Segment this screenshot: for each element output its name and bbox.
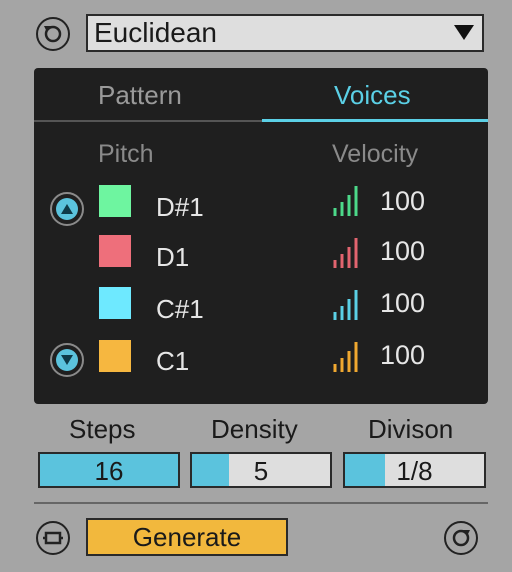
redo-button[interactable]: [444, 521, 478, 555]
voices-panel: Pattern Voices Pitch Velocity D#1 100 D1…: [34, 68, 488, 404]
density-label: Density: [211, 414, 298, 444]
steps-field[interactable]: 16: [38, 452, 180, 488]
generate-button[interactable]: Generate: [86, 518, 288, 556]
division-label: Divison: [368, 414, 454, 444]
velocity-value[interactable]: 100: [380, 340, 425, 371]
voice-color-swatch[interactable]: [99, 287, 131, 319]
redo-icon: [452, 529, 470, 547]
preset-dropdown[interactable]: Euclidean: [86, 14, 484, 52]
tab-underline: [34, 120, 262, 122]
density-value: 5: [253, 456, 269, 486]
density-field[interactable]: 5: [190, 452, 332, 488]
division-field[interactable]: 1/8: [343, 452, 486, 488]
velocity-column-header: Velocity: [332, 140, 419, 168]
triangle-down-icon: [61, 355, 73, 365]
tab-pattern[interactable]: Pattern: [98, 80, 182, 111]
steps-value: 16: [94, 456, 124, 486]
voice-note[interactable]: D#1: [156, 192, 204, 223]
velocity-bars-icon: [333, 186, 358, 216]
velocity-value[interactable]: 100: [380, 236, 425, 267]
dropdown-arrow-icon: [454, 25, 474, 40]
undo-icon: [44, 25, 62, 43]
tab-voices[interactable]: Voices: [334, 80, 411, 111]
division-value: 1/8: [396, 456, 433, 486]
steps-label: Steps: [69, 414, 136, 444]
pitch-column-header: Pitch: [98, 140, 154, 168]
voice-color-swatch[interactable]: [99, 185, 131, 217]
loop-icon: [43, 531, 63, 545]
velocity-bars-icon: [333, 238, 358, 268]
voice-note[interactable]: D1: [156, 242, 189, 273]
voice-down-button[interactable]: [50, 343, 84, 377]
divider: [34, 502, 488, 504]
velocity-bars-icon: [333, 342, 358, 372]
voice-color-swatch[interactable]: [99, 340, 131, 372]
triangle-up-icon: [61, 204, 73, 214]
voice-up-button[interactable]: [50, 192, 84, 226]
reset-button[interactable]: [36, 17, 70, 51]
preset-value: Euclidean: [94, 17, 217, 48]
velocity-value[interactable]: 100: [380, 288, 425, 319]
velocity-bars-icon: [333, 290, 358, 320]
velocity-value[interactable]: 100: [380, 186, 425, 217]
voice-note[interactable]: C1: [156, 346, 189, 377]
voice-note[interactable]: C#1: [156, 294, 204, 325]
tab-underline-active: [262, 119, 488, 122]
voice-color-swatch[interactable]: [99, 235, 131, 267]
loop-button[interactable]: [36, 521, 70, 555]
